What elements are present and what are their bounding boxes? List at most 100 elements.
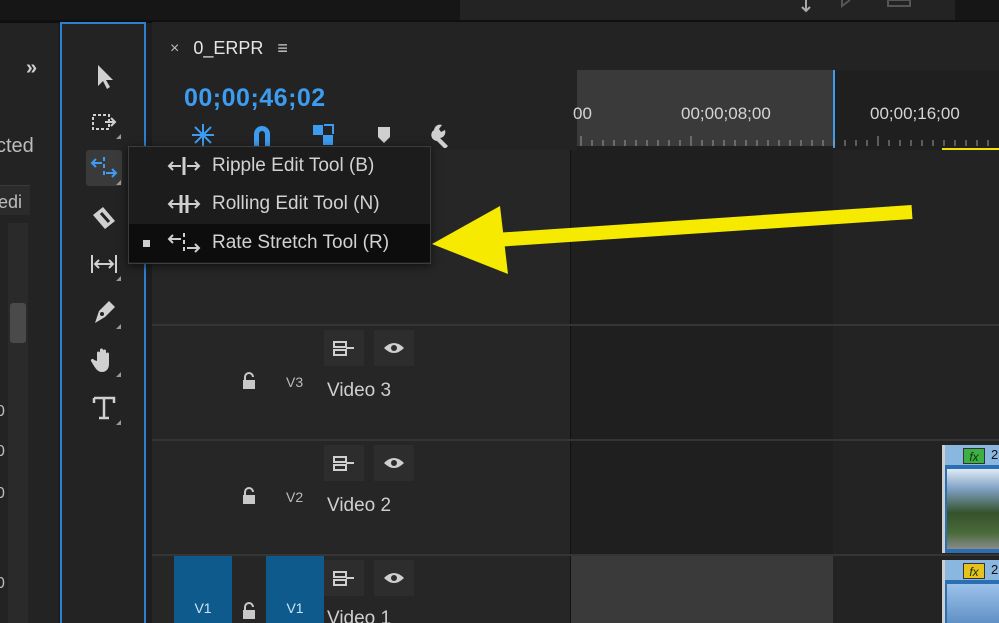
- close-icon[interactable]: ×: [170, 40, 179, 58]
- ruler-label: 00;00;16;00: [870, 104, 960, 123]
- tool-group-indicator: [116, 180, 121, 185]
- snap-magnet-icon: [254, 126, 270, 146]
- track-content[interactable]: [833, 150, 999, 326]
- eye-icon: [384, 343, 404, 353]
- ruler-ticks: [580, 136, 989, 146]
- track-name: Video 1: [327, 608, 392, 623]
- top-bar-left: [0, 0, 460, 20]
- sync-lock-icon: [333, 456, 354, 471]
- rate-stretch-tool[interactable]: [86, 150, 122, 186]
- tool-flyout-menu: Ripple Edit Tool (B) Rolling Edit Tool (…: [128, 146, 431, 264]
- pen-tool[interactable]: [86, 294, 122, 330]
- wrench-icon: [431, 124, 448, 148]
- razor-tool[interactable]: [86, 200, 122, 236]
- partial-label-selected: cted: [0, 135, 34, 157]
- tool-group-indicator: [116, 134, 121, 139]
- nest-sequence-icon: [192, 124, 214, 146]
- marker-icon: [378, 127, 390, 143]
- toggle-output-button[interactable]: [374, 445, 414, 481]
- menu-item-rolling-edit[interactable]: Rolling Edit Tool (N): [129, 185, 430, 223]
- project-panel: » cted edi 0 0 0 0: [0, 23, 58, 623]
- lock-open-icon[interactable]: [240, 372, 258, 390]
- track-divider: [570, 150, 571, 326]
- eye-icon: [384, 573, 404, 583]
- time-ruler[interactable]: 00 00;00;08;00 00;00;16;00: [573, 70, 999, 151]
- clip-thumbnail: [947, 469, 999, 549]
- panel-scrollbar[interactable]: [8, 223, 28, 623]
- track-name: Video 3: [327, 380, 392, 401]
- type-tool[interactable]: [86, 390, 122, 426]
- rate-stretch-icon: [90, 157, 118, 178]
- tool-group-indicator: [116, 324, 121, 329]
- menu-item-rate-stretch[interactable]: Rate Stretch Tool (R): [129, 224, 430, 262]
- top-bar-right: [955, 0, 999, 20]
- lock-open-icon[interactable]: [240, 602, 258, 620]
- tool-group-indicator: [116, 372, 121, 377]
- expand-panels-icon[interactable]: »: [26, 57, 48, 79]
- clip-thumbnail: [947, 584, 999, 623]
- menu-item-ripple-edit[interactable]: Ripple Edit Tool (B): [129, 147, 430, 185]
- panel-menu-icon[interactable]: ≡: [277, 38, 288, 59]
- top-bar-icons[interactable]: [800, 0, 920, 14]
- timeline-panel: × 0_ERPR ≡ 00;00;46;02 00 00;00;08;00 00…: [152, 22, 999, 623]
- track-divider: [570, 441, 571, 556]
- partial-number: 0: [0, 485, 5, 502]
- menu-item-label: Rolling Edit Tool (N): [212, 193, 380, 214]
- target-track-v1[interactable]: V1: [266, 556, 324, 623]
- source-patch-v1[interactable]: V1: [174, 556, 232, 623]
- clip-name-partial: 2: [991, 562, 999, 577]
- type-icon: [92, 396, 116, 420]
- razor-icon: [93, 207, 115, 229]
- partial-label-media: edi: [0, 192, 23, 212]
- scrollbar-thumb[interactable]: [10, 303, 26, 343]
- video-clip-v2[interactable]: fx 2: [942, 445, 999, 553]
- toggle-output-button[interactable]: [374, 560, 414, 596]
- source-patch-label: V1: [194, 600, 212, 616]
- fx-badge[interactable]: fx: [963, 563, 985, 579]
- tool-group-indicator: [116, 420, 121, 425]
- sync-lock-icon: [333, 341, 354, 356]
- track-divider: [570, 326, 571, 441]
- eye-icon: [384, 458, 404, 468]
- track-content[interactable]: [571, 556, 833, 623]
- sync-lock-button[interactable]: [324, 560, 364, 596]
- sync-lock-button[interactable]: [324, 330, 364, 366]
- menu-item-bullet: [142, 199, 152, 209]
- video-clip-v1[interactable]: fx 2: [942, 560, 999, 623]
- slip-icon: [91, 255, 117, 273]
- toggle-output-button[interactable]: [374, 330, 414, 366]
- media-tab[interactable]: edi: [0, 185, 30, 215]
- linked-selection-icon: [313, 124, 334, 145]
- hand-icon: [90, 348, 109, 372]
- sequence-tab[interactable]: × 0_ERPR ≡: [170, 38, 288, 59]
- track-target-label[interactable]: V3: [286, 374, 303, 390]
- ruler-label: 00;00;08;00: [681, 104, 771, 123]
- rate-stretch-icon: [166, 229, 202, 257]
- track-target-label: V1: [286, 600, 304, 616]
- lock-open-icon[interactable]: [240, 487, 258, 505]
- track-content[interactable]: [833, 326, 999, 441]
- hand-tool[interactable]: [86, 342, 122, 378]
- tools-panel: [60, 22, 146, 623]
- selection-tool[interactable]: [86, 58, 122, 94]
- slip-tool[interactable]: [86, 246, 122, 282]
- partial-number: 0: [0, 443, 5, 460]
- track-content[interactable]: [571, 150, 833, 326]
- rolling-edit-icon: [166, 190, 202, 218]
- timeline-settings-button[interactable]: [428, 120, 458, 150]
- track-row-v3: V3 Video 3: [152, 326, 999, 441]
- sync-lock-icon: [333, 571, 354, 586]
- menu-item-label: Ripple Edit Tool (B): [212, 155, 375, 176]
- selected-bullet-icon: [143, 239, 150, 247]
- track-content[interactable]: [571, 326, 833, 441]
- arrow-pointer-icon: [98, 65, 113, 89]
- playhead-timecode[interactable]: 00;00;46;02: [184, 84, 326, 113]
- sync-lock-button[interactable]: [324, 445, 364, 481]
- ruler-label: 00: [573, 104, 592, 123]
- track-target-label[interactable]: V2: [286, 489, 303, 505]
- track-row-v1: V1 V1 Video 1 fx 2: [152, 556, 999, 623]
- sequence-name: 0_ERPR: [193, 38, 264, 58]
- fx-badge[interactable]: fx: [963, 448, 985, 464]
- track-select-tool[interactable]: [86, 104, 122, 140]
- track-content[interactable]: [571, 441, 833, 556]
